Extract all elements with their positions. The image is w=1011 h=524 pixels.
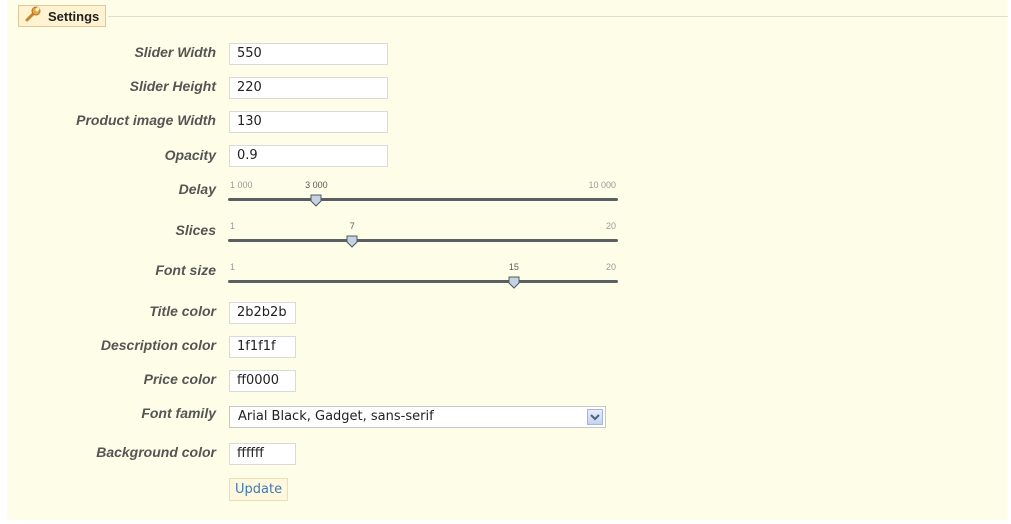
font-family-selected: Arial Black, Gadget, sans-serif (238, 409, 434, 424)
opacity-label: Opacity (164, 147, 216, 163)
slider-max-label: 20 (605, 262, 616, 272)
font-family-label: Font family (141, 405, 216, 421)
opacity-input[interactable]: 0.9 (229, 145, 388, 167)
slider-min-label: 1 (230, 262, 236, 272)
slider-value-label: 7 (349, 221, 355, 231)
slider-height-label: Slider Height (129, 78, 216, 94)
title-color-input[interactable]: 2b2b2b (229, 302, 296, 324)
settings-title: Settings (48, 8, 100, 24)
description-color-label: Description color (100, 337, 216, 353)
slices-label: Slices (175, 222, 216, 238)
font-size-slider[interactable]: 1 15 20 (228, 262, 618, 292)
title-color-label: Title color (149, 303, 216, 319)
slider-height-input[interactable]: 220 (229, 77, 388, 99)
wrench-icon (24, 6, 42, 26)
slider-max-label: 20 (605, 221, 616, 231)
slider-handle[interactable] (508, 274, 520, 289)
background-color-label: Background color (96, 444, 216, 460)
product-image-width-label: Product image Width (76, 112, 216, 128)
slider-value-label: 3 000 (305, 180, 328, 190)
slider-min-label: 1 (230, 221, 236, 231)
delay-label: Delay (178, 181, 216, 197)
font-size-label: Font size (155, 262, 216, 278)
delay-slider[interactable]: 1 000 3 000 10 000 (228, 180, 618, 210)
slider-width-label: Slider Width (134, 44, 216, 60)
font-family-select[interactable]: Arial Black, Gadget, sans-serif (229, 406, 606, 428)
background-color-input[interactable]: ffffff (229, 443, 296, 465)
fieldset-border (108, 16, 1008, 17)
slider-track[interactable] (228, 198, 618, 201)
slider-track[interactable] (228, 280, 618, 283)
slider-handle[interactable] (346, 233, 358, 248)
chevron-down-icon[interactable] (587, 409, 603, 425)
product-image-width-input[interactable]: 130 (229, 111, 388, 133)
description-color-input[interactable]: 1f1f1f (229, 336, 296, 358)
slider-width-input[interactable]: 550 (229, 43, 388, 65)
update-button[interactable]: Update (229, 478, 289, 501)
slider-track[interactable] (228, 239, 618, 242)
price-color-label: Price color (143, 371, 216, 387)
slider-max-label: 10 000 (588, 180, 616, 190)
slider-min-label: 1 000 (230, 180, 253, 190)
price-color-input[interactable]: ff0000 (229, 370, 296, 392)
settings-legend: Settings (18, 5, 107, 27)
slider-handle[interactable] (310, 192, 322, 207)
slider-value-label: 15 (508, 262, 519, 272)
slices-slider[interactable]: 1 7 20 (228, 221, 618, 251)
